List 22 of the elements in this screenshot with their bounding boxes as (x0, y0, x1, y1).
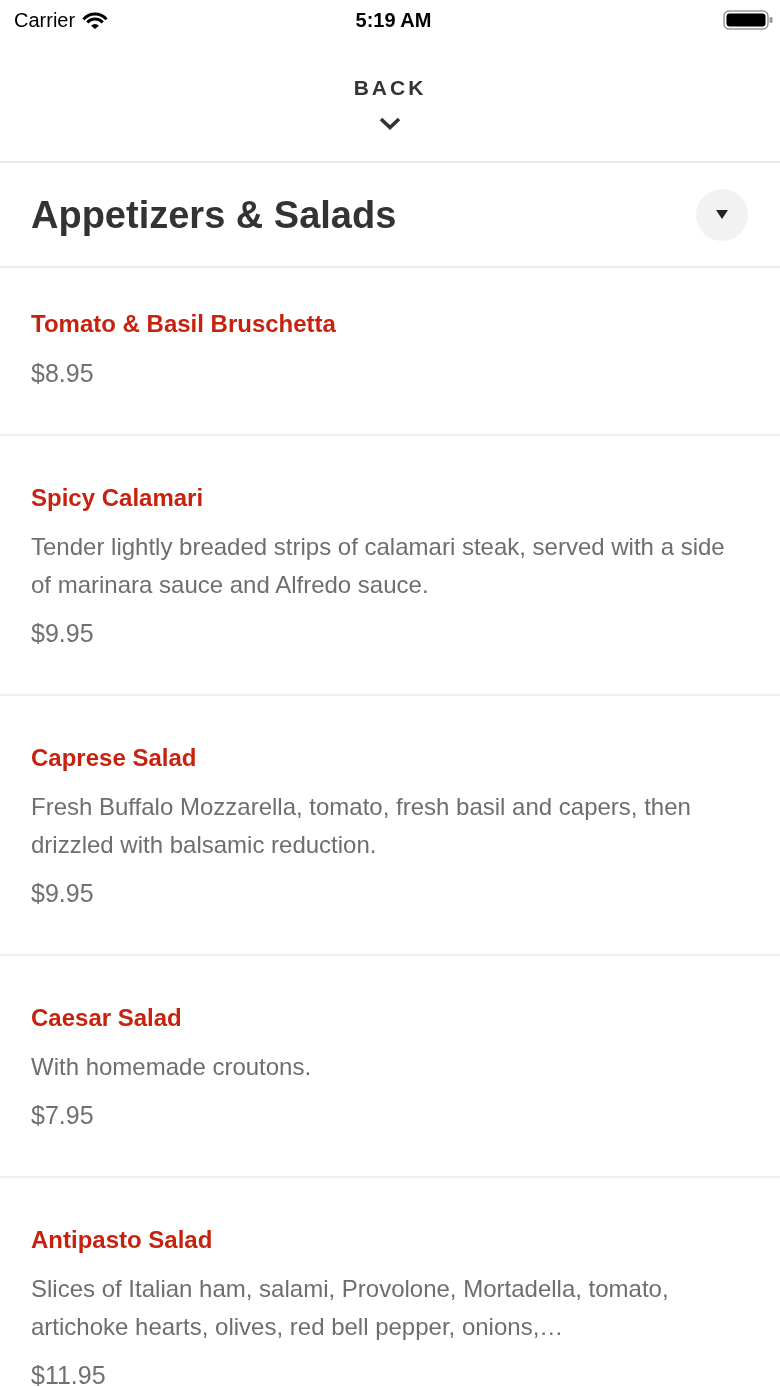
item-description: With homemade croutons. (31, 1052, 313, 1082)
item-name: Spicy Calamari (31, 483, 205, 513)
item-price: $11.95 (31, 1360, 107, 1387)
wifi-icon (82, 10, 109, 30)
battery-icon (723, 10, 773, 30)
item-price: $9.95 (31, 878, 95, 908)
chevron-down-icon (379, 117, 401, 130)
item-name: Tomato & Basil Bruschetta (31, 309, 337, 339)
back-button[interactable]: BACK (353, 75, 427, 101)
item-description: Slices of Italian ham, salami, Provolone, Mortadella, tomato, artichoke hearts, olives, red bell pepper, onions,… (31, 1274, 670, 1342)
item-price: $8.95 (31, 358, 95, 388)
category-title: Appetizers & Salads (31, 192, 397, 238)
item-description: Fresh Buffalo Mozzarella, tomato, fresh basil and capers, then drizzled with balsamic reduction. (31, 792, 692, 860)
item-name: Caesar Salad (31, 1003, 183, 1033)
item-price: $9.95 (31, 618, 95, 648)
item-price: $7.95 (31, 1100, 95, 1130)
item-description: Tender lightly breaded strips of calamari steak, served with a side of marinara sauce and Alfredo sauce. (31, 532, 726, 600)
item-name: Antipasto Salad (31, 1225, 214, 1255)
item-name: Caprese Salad (31, 743, 198, 773)
carrier-name: Carrier (14, 8, 76, 32)
caret-icon (716, 210, 728, 219)
status-time: 5:19 AM (355, 8, 432, 32)
